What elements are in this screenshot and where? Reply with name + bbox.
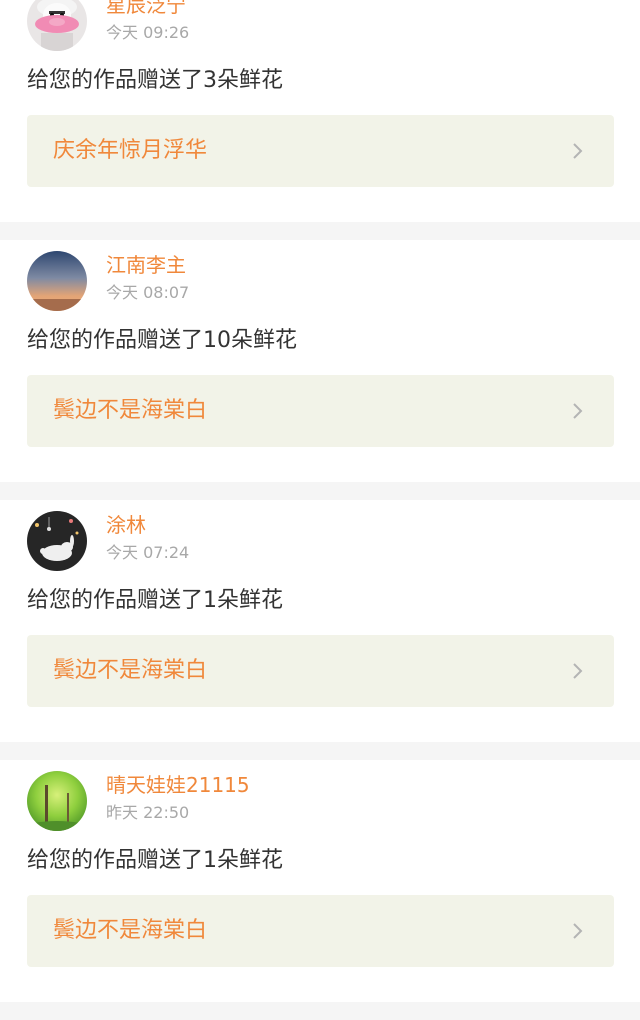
work-link[interactable]: 鬓边不是海棠白 (27, 635, 614, 707)
work-title: 庆余年惊月浮华 (53, 138, 208, 163)
work-title: 鬓边不是海棠白 (53, 658, 208, 683)
gift-message: 给您的作品赠送了10朵鲜花 (27, 328, 297, 353)
gift-feed: 星辰泛宁 今天 09:26 给您的作品赠送了3朵鲜花 庆余年惊月浮华 江南李主 … (0, 0, 640, 1020)
gift-card: 晴天娃娃21115 昨天 22:50 给您的作品赠送了1朵鲜花 鬓边不是海棠白 (0, 760, 640, 1002)
work-link[interactable]: 鬓边不是海棠白 (27, 375, 614, 447)
gift-message: 给您的作品赠送了3朵鲜花 (27, 68, 283, 93)
sender-username[interactable]: 江南李主 (106, 253, 186, 277)
chevron-right-icon (573, 663, 583, 679)
gift-time: 今天 09:26 (106, 23, 190, 42)
gift-time: 今天 08:07 (106, 283, 190, 302)
gift-card: 星辰泛宁 今天 09:26 给您的作品赠送了3朵鲜花 庆余年惊月浮华 (0, 0, 640, 222)
cartoon-character-avatar-icon[interactable] (27, 0, 87, 51)
gift-time: 昨天 22:50 (106, 803, 190, 822)
chevron-right-icon (573, 403, 583, 419)
chevron-right-icon (573, 923, 583, 939)
green-forest-avatar-icon[interactable] (27, 771, 87, 831)
sender-username[interactable]: 涂林 (106, 513, 146, 537)
rabbit-night-avatar-icon[interactable] (27, 511, 87, 571)
chevron-right-icon (573, 143, 583, 159)
gift-card: 涂林 今天 07:24 给您的作品赠送了1朵鲜花 鬓边不是海棠白 (0, 500, 640, 742)
gift-message: 给您的作品赠送了1朵鲜花 (27, 588, 283, 613)
work-title: 鬓边不是海棠白 (53, 918, 208, 943)
sender-username[interactable]: 晴天娃娃21115 (106, 773, 250, 797)
gift-card: 江南李主 今天 08:07 给您的作品赠送了10朵鲜花 鬓边不是海棠白 (0, 240, 640, 482)
work-link[interactable]: 鬓边不是海棠白 (27, 895, 614, 967)
work-title: 鬓边不是海棠白 (53, 398, 208, 423)
sunset-sky-avatar-icon[interactable] (27, 251, 87, 311)
work-link[interactable]: 庆余年惊月浮华 (27, 115, 614, 187)
gift-message: 给您的作品赠送了1朵鲜花 (27, 848, 283, 873)
gift-time: 今天 07:24 (106, 543, 190, 562)
sender-username[interactable]: 星辰泛宁 (106, 0, 186, 17)
